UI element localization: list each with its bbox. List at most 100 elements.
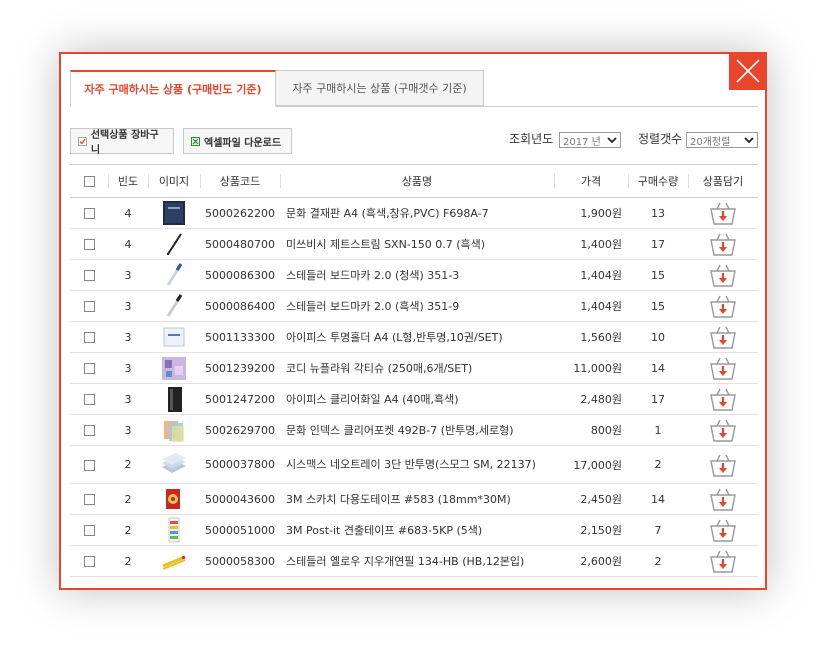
product-thumbnail[interactable] <box>160 293 188 319</box>
sort-select[interactable]: 20개정렬 <box>686 132 758 148</box>
add-to-cart-button[interactable] <box>708 454 738 477</box>
add-to-cart-button[interactable] <box>708 488 738 511</box>
cart-add-icon <box>710 233 736 256</box>
image-cell <box>148 445 200 484</box>
product-name-cell[interactable]: 스테들러 옐로우 지우개연필 134-HB (HB,12본입) <box>280 545 554 577</box>
product-thumbnail[interactable] <box>160 386 188 412</box>
price-cell: 1,404원 <box>554 290 628 322</box>
select-all-cell <box>70 164 108 198</box>
product-name-cell[interactable]: 스테들러 보드마카 2.0 (청색) 351-3 <box>280 259 554 291</box>
code-cell: 5000262200 <box>200 197 280 229</box>
chevron-down-icon <box>607 137 617 144</box>
product-thumbnail[interactable] <box>160 548 188 574</box>
freq-cell: 3 <box>108 321 148 353</box>
cart-cell <box>688 197 758 229</box>
add-to-cart-button[interactable] <box>708 519 738 542</box>
add-to-cart-button[interactable] <box>708 388 738 411</box>
tab-quantity[interactable]: 자주 구매하시는 상품 (구매갯수 기준) <box>276 70 484 106</box>
excel-download-button[interactable]: 엑셀파일 다운로드 <box>183 128 292 154</box>
row-checkbox[interactable] <box>83 270 95 281</box>
product-name-cell[interactable]: 미쓰비시 제트스트림 SXN-150 0.7 (흑색) <box>280 228 554 260</box>
year-label: 조회년도 <box>509 132 554 146</box>
select-all-checkbox[interactable] <box>83 176 95 187</box>
row-checkbox[interactable] <box>83 363 95 374</box>
price-cell: 1,404원 <box>554 259 628 291</box>
product-name-cell[interactable]: 3M 스카치 다용도테이프 #583 (18mm*30M) <box>280 483 554 515</box>
qty-cell: 1 <box>628 414 688 446</box>
cart-cell <box>688 352 758 384</box>
product-name-cell[interactable]: 문화 결재판 A4 (흑색,창유,PVC) F698A-7 <box>280 197 554 229</box>
image-cell <box>148 228 200 260</box>
table-row: 3 5000086400 스테들러 보드마카 2.0 (흑색) 351-9 1,404… <box>70 290 758 322</box>
row-checkbox-cell <box>70 290 108 322</box>
product-name-cell[interactable]: 코디 뉴플라워 각티슈 (250매,6개/SET) <box>280 352 554 384</box>
year-select[interactable]: 2017 년 <box>559 132 621 148</box>
tab-frequency[interactable]: 자주 구매하시는 상품 (구매빈도 기준) <box>70 70 276 107</box>
row-checkbox[interactable] <box>83 459 95 471</box>
price-cell: 1,400원 <box>554 228 628 260</box>
qty-cell: 15 <box>628 259 688 291</box>
cart-cell <box>688 414 758 446</box>
row-checkbox[interactable] <box>83 556 95 567</box>
cart-add-icon <box>710 488 736 511</box>
row-checkbox[interactable] <box>83 332 95 343</box>
price-cell: 1,560원 <box>554 321 628 353</box>
qty-cell: 2 <box>628 545 688 577</box>
cart-add-icon <box>710 202 736 225</box>
freq-cell: 2 <box>108 483 148 515</box>
freq-cell: 4 <box>108 197 148 229</box>
product-thumbnail[interactable] <box>160 517 188 543</box>
table-row: 3 5000086300 스테들러 보드마카 2.0 (청색) 351-3 1,404… <box>70 259 758 291</box>
product-thumbnail[interactable] <box>160 231 188 257</box>
row-checkbox-cell <box>70 414 108 446</box>
product-thumbnail[interactable] <box>160 452 188 478</box>
row-checkbox[interactable] <box>83 208 95 219</box>
product-name-cell[interactable]: 아이피스 투명홀더 A4 (L형,반투명,10권/SET) <box>280 321 554 353</box>
cart-cell <box>688 383 758 415</box>
product-name-cell[interactable]: 아이피스 클리어화일 A4 (40매,흑색) <box>280 383 554 415</box>
check-icon <box>78 136 87 146</box>
table-row: 3 5002629700 문화 인덱스 클리어포켓 492B-7 (반투명,세로형)… <box>70 414 758 446</box>
year-value: 2017 년 <box>563 136 601 148</box>
cart-add-icon <box>710 357 736 380</box>
code-cell: 5001133300 <box>200 321 280 353</box>
product-thumbnail[interactable] <box>160 262 188 288</box>
add-to-cart-button[interactable] <box>708 550 738 573</box>
add-to-cart-button[interactable] <box>708 202 738 225</box>
product-name-cell[interactable]: 3M Post-it 견출테이프 #683-5KP (5색) <box>280 514 554 546</box>
row-checkbox-cell <box>70 383 108 415</box>
add-to-cart-button[interactable] <box>708 357 738 380</box>
product-name-cell[interactable]: 문화 인덱스 클리어포켓 492B-7 (반투명,세로형) <box>280 414 554 446</box>
image-cell <box>148 259 200 291</box>
cart-cell <box>688 321 758 353</box>
row-checkbox[interactable] <box>83 239 95 250</box>
cart-add-icon <box>710 419 736 442</box>
code-cell: 5000480700 <box>200 228 280 260</box>
table-header-row: 빈도 이미지 상품코드 상품명 가격 구매수량 상품담기 <box>70 164 758 198</box>
product-thumbnail[interactable] <box>160 200 188 226</box>
row-checkbox[interactable] <box>83 525 95 536</box>
freq-cell: 3 <box>108 383 148 415</box>
row-checkbox[interactable] <box>83 425 95 436</box>
product-name-cell[interactable]: 스테들러 보드마카 2.0 (흑색) 351-9 <box>280 290 554 322</box>
code-cell: 5001247200 <box>200 383 280 415</box>
add-to-cart-button[interactable] <box>708 419 738 442</box>
add-to-cart-button[interactable] <box>708 264 738 287</box>
product-thumbnail[interactable] <box>160 417 188 443</box>
image-cell <box>148 197 200 229</box>
add-to-cart-button[interactable] <box>708 233 738 256</box>
header-qty: 구매수량 <box>628 164 688 198</box>
code-cell: 5000037800 <box>200 445 280 484</box>
add-to-cart-button[interactable] <box>708 326 738 349</box>
add-to-cart-button[interactable] <box>708 295 738 318</box>
row-checkbox[interactable] <box>83 394 95 405</box>
product-thumbnail[interactable] <box>160 486 188 512</box>
row-checkbox[interactable] <box>83 494 95 505</box>
image-cell <box>148 383 200 415</box>
add-selected-to-cart-button[interactable]: 선택상품 장바구니 <box>70 128 174 156</box>
product-name-cell[interactable]: 시스맥스 네오트레이 3단 반투명(스모그 SM, 22137) <box>280 445 554 484</box>
row-checkbox[interactable] <box>83 301 95 312</box>
product-thumbnail[interactable] <box>160 324 188 350</box>
row-checkbox-cell <box>70 514 108 546</box>
product-thumbnail[interactable] <box>160 355 188 381</box>
